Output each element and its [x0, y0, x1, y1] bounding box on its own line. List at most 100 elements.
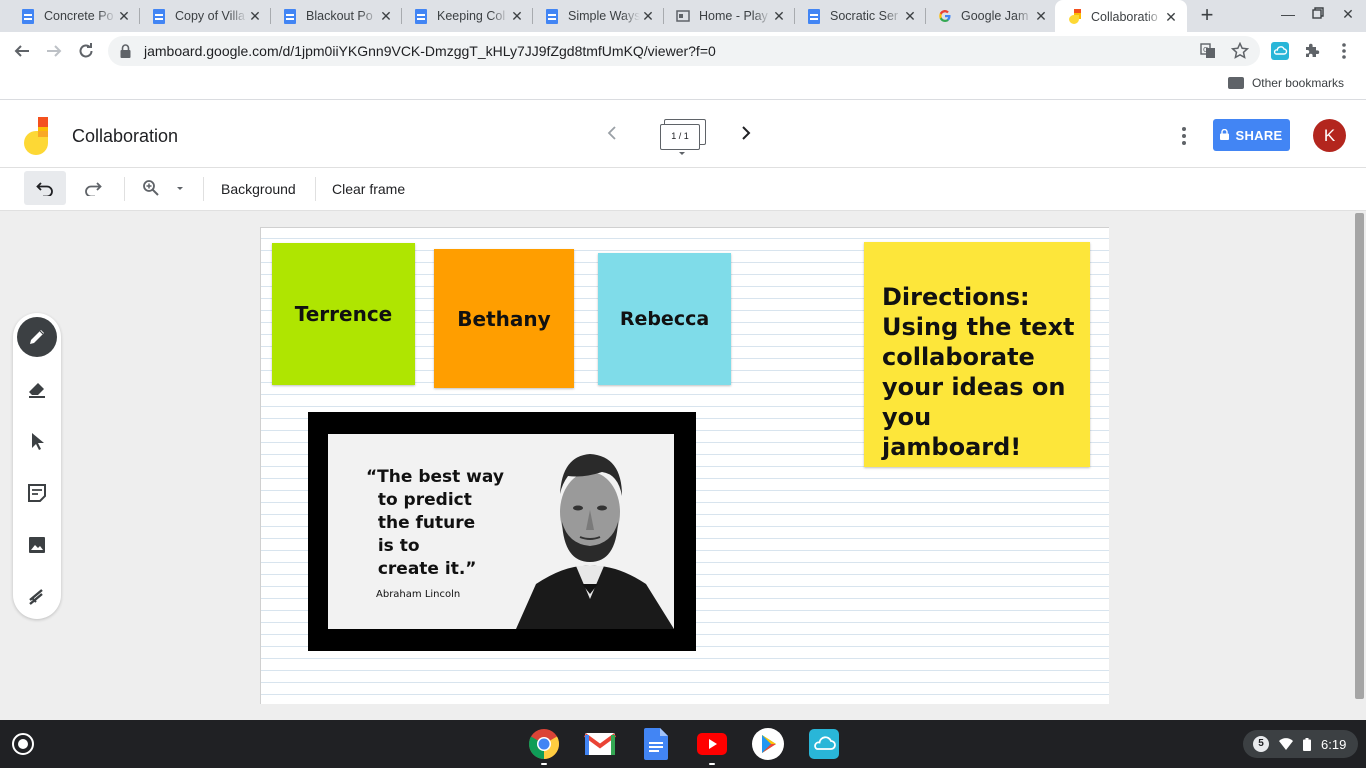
- undo-icon: [36, 182, 53, 196]
- sticky-note[interactable]: Bethany: [434, 249, 574, 388]
- close-icon[interactable]: ✕: [378, 8, 394, 24]
- running-indicator: [541, 763, 547, 765]
- close-window-icon[interactable]: ✕: [1338, 6, 1358, 23]
- image-tool[interactable]: [17, 525, 57, 565]
- chevron-down-icon: [177, 187, 183, 190]
- sticky-note-text: Bethany: [457, 306, 551, 331]
- tab-collaboration[interactable]: Collaboratio ✕: [1055, 0, 1187, 34]
- chrome-icon[interactable]: [528, 728, 560, 760]
- docs-icon: [413, 8, 429, 24]
- close-icon[interactable]: ✕: [1033, 8, 1049, 24]
- close-icon[interactable]: ✕: [116, 8, 132, 24]
- zoom-icon: [143, 180, 159, 196]
- cloud-extension-icon[interactable]: [1270, 41, 1290, 61]
- tab-blackout-poems[interactable]: Blackout Po ✕: [270, 0, 402, 32]
- close-icon[interactable]: ✕: [1163, 9, 1179, 25]
- laser-icon: [29, 589, 43, 605]
- avatar[interactable]: K: [1313, 119, 1346, 152]
- docs-icon[interactable]: [640, 728, 672, 760]
- restore-icon[interactable]: [1308, 6, 1328, 22]
- tab-keeping-col[interactable]: Keeping Col ✕: [401, 0, 533, 32]
- sticky-note[interactable]: Rebecca: [598, 253, 731, 385]
- tab-concrete-poems[interactable]: Concrete Po ✕: [8, 0, 140, 32]
- other-bookmarks-label: Other bookmarks: [1251, 76, 1344, 90]
- youtube-icon[interactable]: [696, 728, 728, 760]
- sticky-note-text: Rebecca: [619, 308, 710, 330]
- bookmark-star-icon[interactable]: [1230, 41, 1250, 61]
- gmail-icon[interactable]: [584, 728, 616, 760]
- image-icon: [29, 537, 45, 553]
- quote-image[interactable]: “The best way to predict the future is t…: [308, 412, 696, 651]
- docs-icon: [20, 8, 36, 24]
- reload-icon[interactable]: [74, 39, 98, 63]
- close-icon[interactable]: ✕: [771, 8, 787, 24]
- system-tray[interactable]: 5 6:19: [1243, 730, 1358, 758]
- bookmarks-bar: Other bookmarks: [0, 70, 1366, 100]
- sticky-note-icon: [28, 484, 46, 502]
- vertical-scrollbar[interactable]: [1355, 213, 1364, 699]
- jamboard-header: Collaboration 1 / 1 SHARE K: [0, 102, 1366, 168]
- sticky-note-text: Terrence: [294, 302, 393, 326]
- eraser-tool[interactable]: [17, 369, 57, 409]
- tab-google-jamboard[interactable]: Google Jam ✕: [925, 0, 1057, 32]
- jamboard-logo-icon: [24, 117, 50, 155]
- close-icon[interactable]: ✕: [902, 8, 918, 24]
- undo-button[interactable]: [24, 171, 66, 205]
- google-icon: [937, 8, 953, 24]
- next-frame-button[interactable]: [740, 124, 760, 148]
- address-bar[interactable]: jamboard.google.com/d/1jpm0iiYKGnn9VCK-D…: [108, 36, 1260, 66]
- laser-tool[interactable]: [17, 577, 57, 617]
- launcher-icon[interactable]: [12, 733, 34, 755]
- forward-icon[interactable]: [42, 39, 66, 63]
- folder-icon: [1227, 77, 1244, 89]
- tab-title: Simple Ways: [568, 9, 640, 23]
- lincoln-quote-picture: “The best way to predict the future is t…: [328, 434, 674, 629]
- cloud-app-icon[interactable]: [808, 728, 840, 760]
- more-options-icon[interactable]: [1174, 124, 1194, 148]
- sticky-note-tool[interactable]: [17, 473, 57, 513]
- select-tool[interactable]: [17, 421, 57, 461]
- play-store-icon[interactable]: [752, 728, 784, 760]
- browser-tab-strip: Concrete Po ✕ Copy of Villa ✕ Blackout P…: [0, 0, 1366, 34]
- close-icon[interactable]: ✕: [247, 8, 263, 24]
- lock-icon: [1220, 128, 1230, 143]
- os-shelf: 5 6:19: [0, 720, 1366, 768]
- back-icon[interactable]: [10, 39, 34, 63]
- share-label: SHARE: [1235, 127, 1283, 143]
- share-button[interactable]: SHARE: [1213, 119, 1290, 151]
- svg-text:G: G: [1203, 46, 1208, 54]
- new-tab-button[interactable]: +: [1195, 3, 1219, 27]
- tab-socratic-seminar[interactable]: Socratic Ser ✕: [794, 0, 926, 32]
- tab-title: Google Jam: [961, 9, 1029, 23]
- close-icon[interactable]: ✕: [640, 8, 656, 24]
- battery-icon: [1303, 737, 1311, 751]
- extensions-puzzle-icon[interactable]: [1302, 41, 1322, 61]
- clear-frame-button[interactable]: Clear frame: [332, 181, 405, 197]
- docs-icon: [806, 8, 822, 24]
- select-icon: [32, 433, 44, 450]
- directions-sticky-note[interactable]: Directions: Using the text collaborate y…: [864, 242, 1090, 467]
- translate-icon[interactable]: G: [1198, 41, 1218, 61]
- pen-tool[interactable]: [17, 317, 57, 357]
- tab-copy-of-villa[interactable]: Copy of Villa ✕: [139, 0, 271, 32]
- sticky-note[interactable]: Terrence: [272, 243, 415, 385]
- other-bookmarks-button[interactable]: Other bookmarks: [1227, 76, 1344, 90]
- minimize-icon[interactable]: —: [1278, 6, 1298, 22]
- jamboard-frame[interactable]: Terrence Bethany Rebecca Directions: Usi…: [260, 227, 1109, 704]
- previous-frame-button[interactable]: [606, 124, 626, 148]
- tab-title: Collaboratio: [1091, 10, 1158, 24]
- clock: 6:19: [1321, 736, 1347, 752]
- frame-indicator: 1 / 1: [660, 124, 700, 150]
- canvas-workspace: Terrence Bethany Rebecca Directions: Usi…: [0, 211, 1366, 720]
- tab-title: Home - Play: [699, 9, 768, 23]
- close-icon[interactable]: ✕: [509, 8, 525, 24]
- chrome-menu-icon[interactable]: [1334, 41, 1354, 61]
- quote-author: Abraham Lincoln: [376, 589, 461, 600]
- zoom-button[interactable]: [136, 171, 192, 205]
- redo-button[interactable]: [72, 171, 114, 205]
- frame-bar-toggle[interactable]: 1 / 1: [660, 119, 706, 155]
- tab-home-play[interactable]: Home - Play ✕: [663, 0, 795, 32]
- jam-title[interactable]: Collaboration: [72, 126, 178, 147]
- background-button[interactable]: Background: [221, 181, 296, 197]
- tab-simple-ways[interactable]: Simple Ways ✕: [532, 0, 664, 32]
